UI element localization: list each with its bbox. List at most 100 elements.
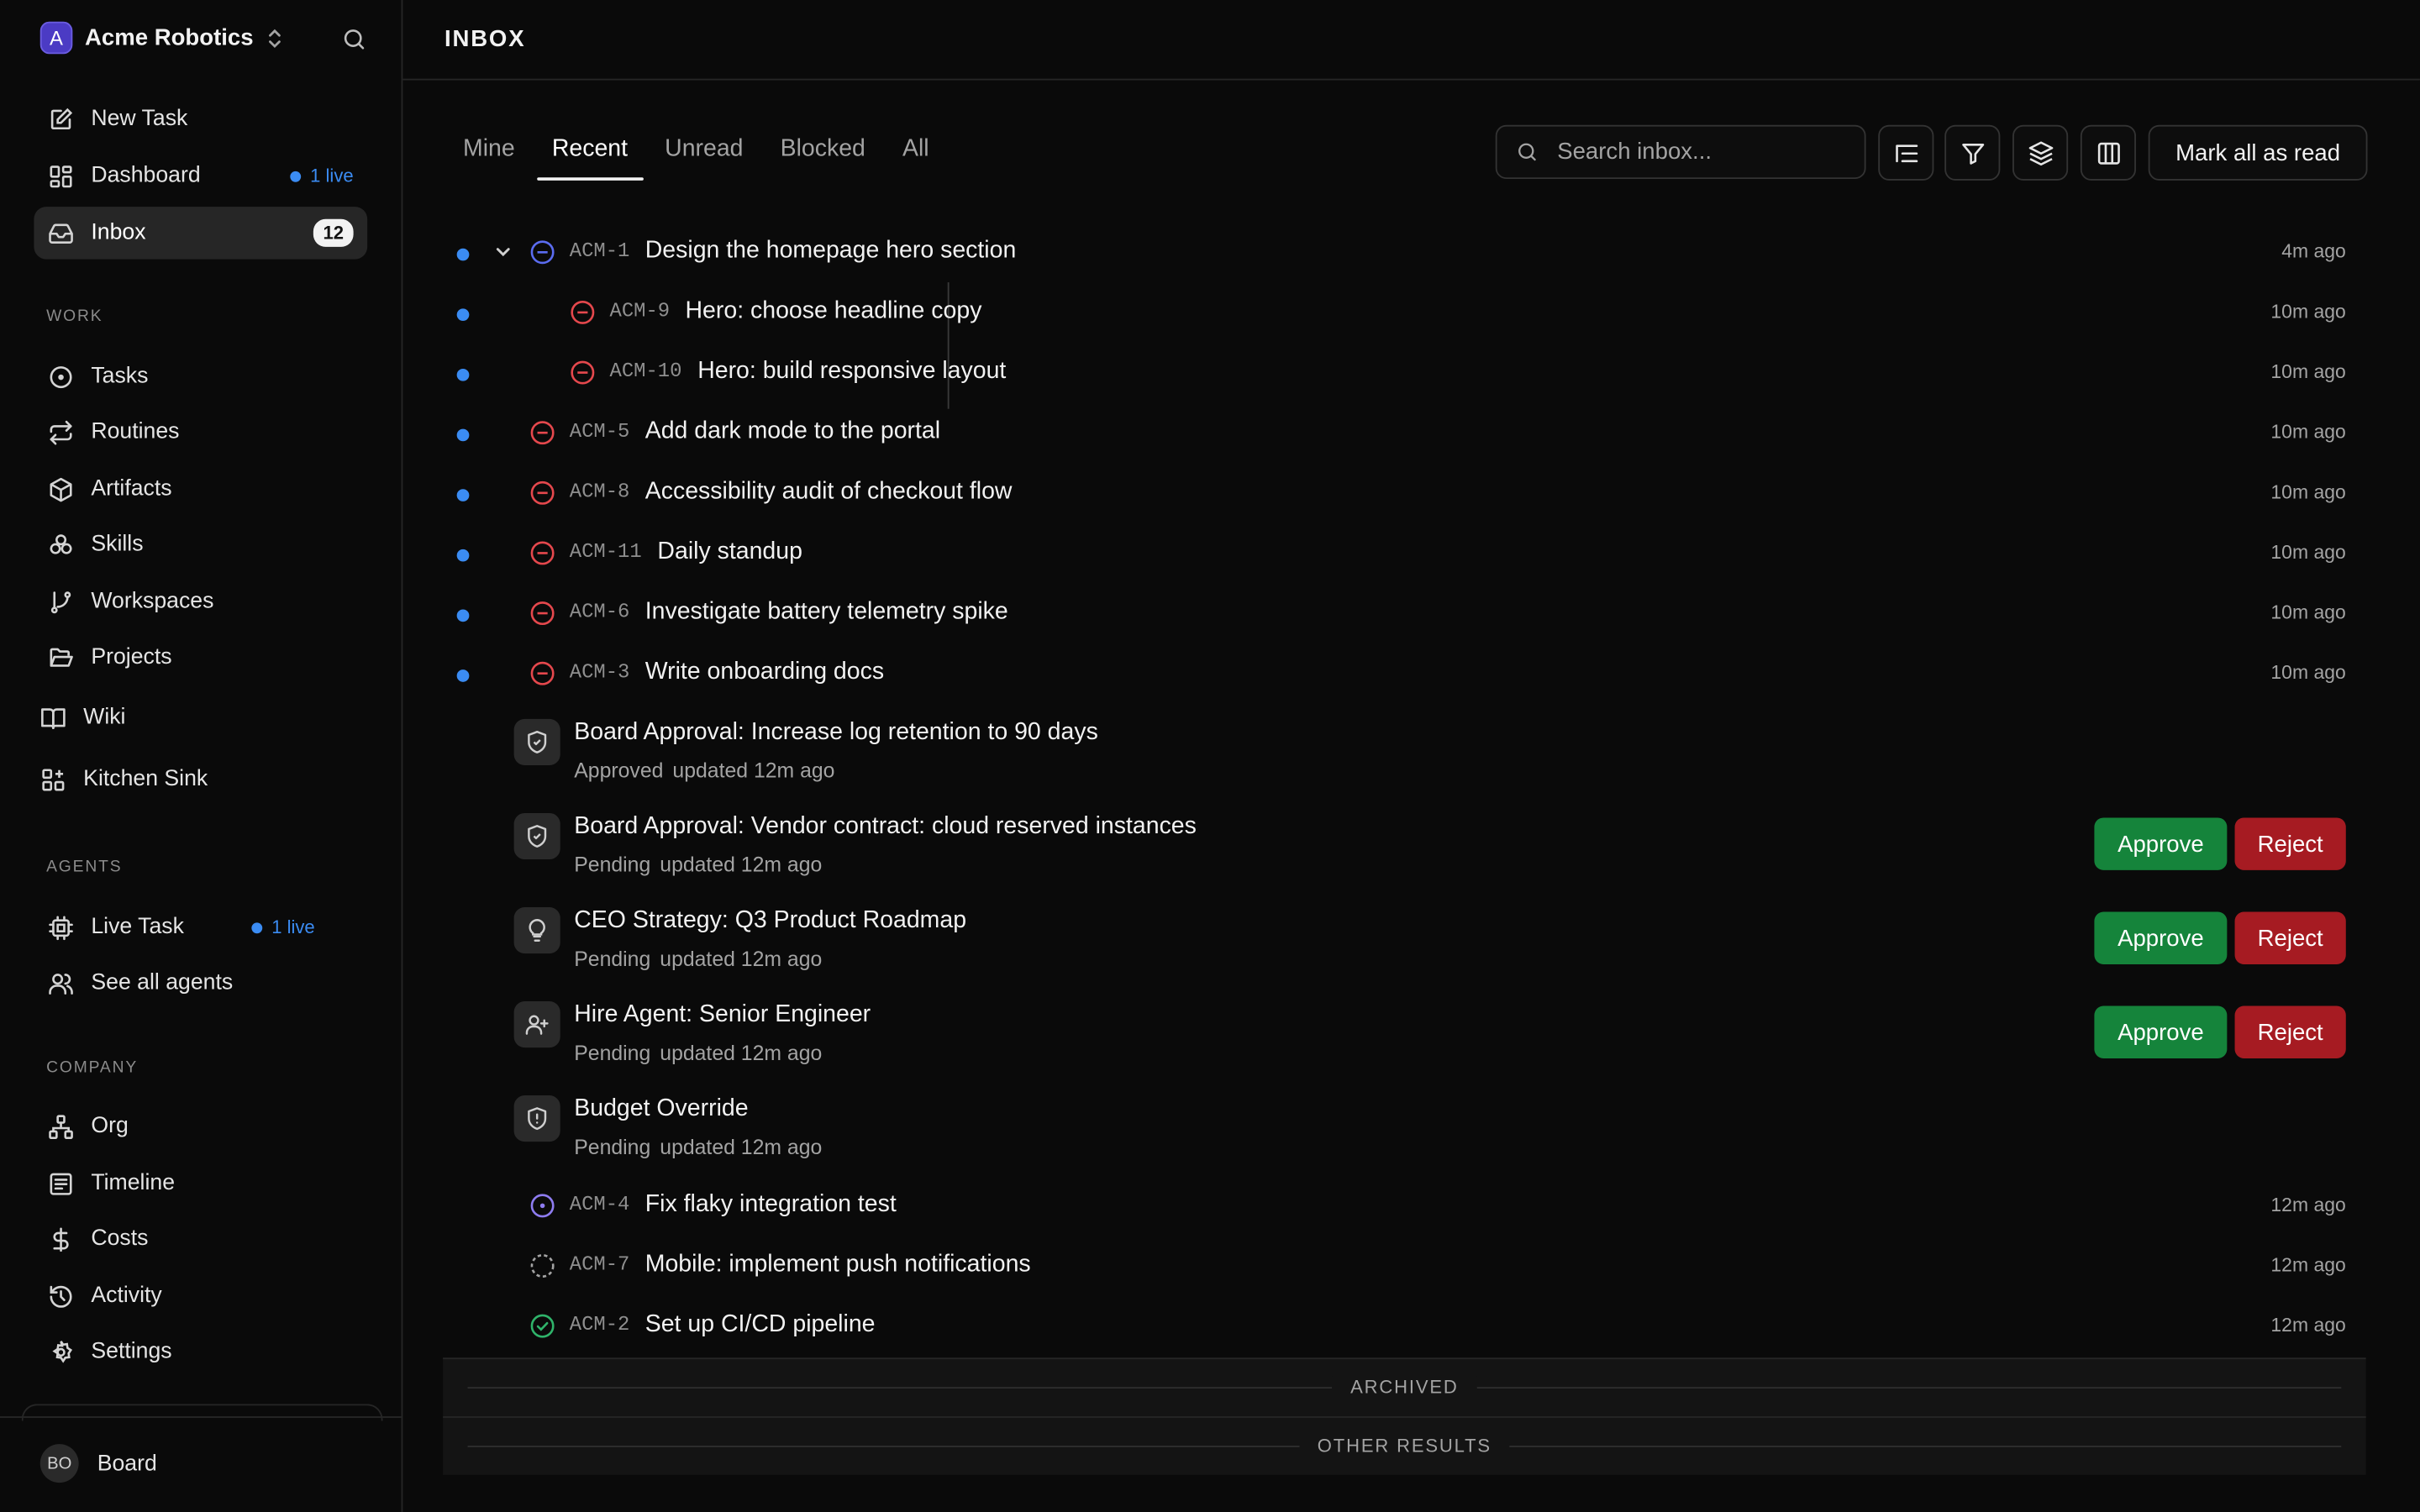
tab-blocked[interactable]: Blocked xyxy=(781,133,865,177)
sidebar-item-wiki[interactable]: Wiki xyxy=(26,691,360,743)
status-in-review-icon[interactable] xyxy=(529,1193,555,1219)
task-time: 10m ago xyxy=(2270,481,2346,503)
approval-row[interactable]: Hire Agent: Senior Engineer Pending updat… xyxy=(443,997,2346,1091)
sidebar-item-dashboard[interactable]: Dashboard 1 live xyxy=(34,150,367,202)
approval-updated: updated 12m ago xyxy=(660,853,823,877)
sidebar-item-org[interactable]: Org xyxy=(34,1100,367,1152)
status-blocked-icon[interactable] xyxy=(529,420,555,446)
sidebar-item-new-task[interactable]: New Task xyxy=(34,92,367,144)
sidebar-item-timeline[interactable]: Timeline xyxy=(34,1158,367,1210)
avatar: BO xyxy=(39,1444,79,1483)
task-row[interactable]: ACM-7 Mobile: implement push notificatio… xyxy=(443,1236,2346,1296)
approval-row[interactable]: CEO Strategy: Q3 Product Roadmap Pending… xyxy=(443,902,2346,996)
task-row[interactable]: ACM-9 Hero: choose headline copy 10m ago xyxy=(443,282,2346,343)
layers-button[interactable] xyxy=(2012,124,2069,181)
task-row[interactable]: ACM-6 Investigate battery telemetry spik… xyxy=(443,583,2346,643)
sidebar-item-live-task[interactable]: Live Task 1 live xyxy=(34,901,367,953)
task-identifier: ACM-7 xyxy=(569,1252,630,1276)
approve-button[interactable]: Approve xyxy=(2094,1005,2228,1058)
sidebar-item-workspaces[interactable]: Workspaces xyxy=(34,575,367,627)
archived-section-header[interactable]: ARCHIVED xyxy=(443,1357,2366,1417)
sidebar-item-costs[interactable]: Costs xyxy=(34,1213,367,1265)
workspace-switcher[interactable]: A Acme Robotics xyxy=(39,21,285,55)
status-blocked-icon[interactable] xyxy=(529,480,555,506)
approval-row[interactable]: Board Approval: Vendor contract: cloud r… xyxy=(443,808,2346,902)
columns-button[interactable] xyxy=(2080,124,2136,181)
sidebar-item-see-all-agents[interactable]: See all agents xyxy=(34,957,367,1009)
status-blocked-icon[interactable] xyxy=(570,360,596,386)
live-label: 1 live xyxy=(310,165,354,187)
users-icon xyxy=(49,973,73,994)
search-input[interactable] xyxy=(1554,137,1839,167)
task-identifier: ACM-1 xyxy=(569,239,630,263)
sidebar-item-settings[interactable]: Settings xyxy=(34,1326,367,1378)
dollar-icon xyxy=(53,1226,69,1252)
history-icon xyxy=(50,1284,72,1307)
task-title: Write onboarding docs xyxy=(644,659,885,685)
sidebar-item-activity[interactable]: Activity xyxy=(34,1270,367,1322)
sidebar-item-label: See all agents xyxy=(91,970,234,995)
mark-all-read-button[interactable]: Mark all as read xyxy=(2148,124,2368,181)
task-row[interactable]: ACM-2 Set up CI/CD pipeline 12m ago xyxy=(443,1296,2346,1357)
status-blocked-icon[interactable] xyxy=(529,600,555,626)
filter-button[interactable] xyxy=(1944,124,2001,181)
unread-dot xyxy=(456,609,470,622)
archived-label: ARCHIVED xyxy=(1332,1376,1477,1399)
approval-title: CEO Strategy: Q3 Product Roadmap xyxy=(574,906,967,934)
status-backlog-icon[interactable] xyxy=(529,1252,555,1278)
live-dot xyxy=(290,170,302,181)
book-open-icon xyxy=(41,707,66,729)
task-time: 10m ago xyxy=(2270,421,2346,444)
tab-all[interactable]: All xyxy=(902,133,929,177)
tab-unread[interactable]: Unread xyxy=(665,133,743,177)
circle-dot-icon xyxy=(50,365,72,388)
task-row[interactable]: ACM-10 Hero: build responsive layout 10m… xyxy=(443,343,2346,403)
inbox-tabs: Mine Recent Unread Blocked All xyxy=(463,133,966,181)
task-row[interactable]: ACM-4 Fix flaky integration test 12m ago xyxy=(443,1176,2346,1236)
tab-mine[interactable]: Mine xyxy=(463,133,515,177)
user-menu[interactable]: BO Board xyxy=(39,1444,157,1483)
status-in-progress-icon[interactable] xyxy=(529,239,555,265)
approve-button[interactable]: Approve xyxy=(2094,911,2228,964)
task-row[interactable]: ACM-5 Add dark mode to the portal 10m ag… xyxy=(443,402,2346,463)
shield-alert-icon xyxy=(513,1095,560,1142)
sidebar-item-label: Settings xyxy=(91,1339,172,1364)
task-title: Daily standup xyxy=(657,538,802,565)
other-results-section-header[interactable]: OTHER RESULTS xyxy=(443,1416,2366,1475)
task-identifier: ACM-5 xyxy=(569,419,630,444)
task-title: Hero: build responsive layout xyxy=(697,358,1007,385)
approval-row[interactable]: Budget Override Pending updated 12m ago xyxy=(443,1091,2346,1185)
status-done-icon[interactable] xyxy=(529,1313,555,1339)
approval-updated: updated 12m ago xyxy=(672,759,835,783)
group-button[interactable] xyxy=(1878,124,1934,181)
task-row[interactable]: ACM-8 Accessibility audit of checkout fl… xyxy=(443,463,2346,523)
sidebar-item-skills[interactable]: Skills xyxy=(34,518,367,570)
live-label: 1 live xyxy=(271,916,315,938)
sidebar-item-artifacts[interactable]: Artifacts xyxy=(34,463,367,515)
chevron-down-icon[interactable] xyxy=(494,242,513,260)
section-title-agents: AGENTS xyxy=(46,858,123,877)
approval-row[interactable]: Board Approval: Increase log retention t… xyxy=(443,714,2346,808)
sidebar-item-label: Tasks xyxy=(91,364,149,389)
status-blocked-icon[interactable] xyxy=(529,540,555,566)
live-indicator: 1 live xyxy=(251,916,315,938)
task-row[interactable]: ACM-3 Write onboarding docs 10m ago xyxy=(443,643,2346,704)
sidebar-item-tasks[interactable]: Tasks xyxy=(34,350,367,402)
sidebar-item-kitchen-sink[interactable]: Kitchen Sink xyxy=(26,753,360,805)
status-blocked-icon[interactable] xyxy=(570,299,596,325)
reject-button[interactable]: Reject xyxy=(2234,817,2346,870)
search-icon[interactable] xyxy=(341,26,367,52)
task-row[interactable]: ACM-1 Design the homepage hero section 4… xyxy=(443,222,2346,282)
reject-button[interactable]: Reject xyxy=(2234,1005,2346,1058)
sidebar-item-inbox[interactable]: Inbox 12 xyxy=(34,207,368,260)
sidebar-item-routines[interactable]: Routines xyxy=(34,406,367,458)
task-identifier: ACM-4 xyxy=(569,1192,630,1216)
status-blocked-icon[interactable] xyxy=(529,660,555,686)
sidebar-item-projects[interactable]: Projects xyxy=(34,631,367,683)
approve-button[interactable]: Approve xyxy=(2094,817,2228,870)
task-row[interactable]: ACM-11 Daily standup 10m ago xyxy=(443,523,2346,584)
reject-button[interactable]: Reject xyxy=(2234,911,2346,964)
tab-recent[interactable]: Recent xyxy=(536,133,644,181)
unread-dot xyxy=(456,489,470,501)
approval-status: Approved xyxy=(574,759,664,783)
